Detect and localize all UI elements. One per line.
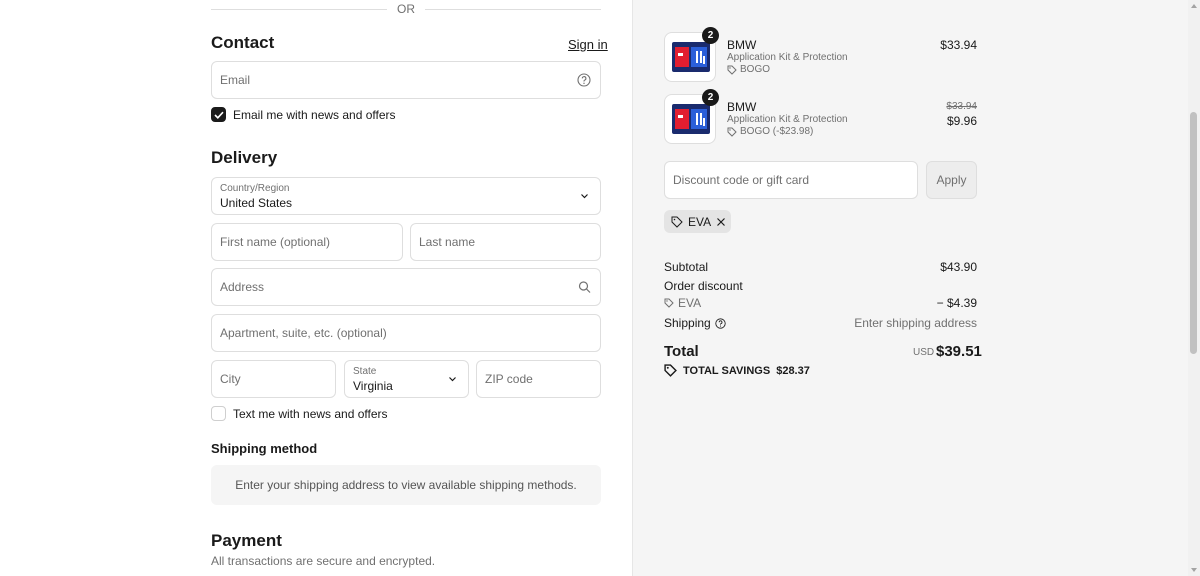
scrollbar-thumb[interactable] [1190,112,1197,354]
help-icon[interactable] [577,73,591,87]
item-price: $9.96 [946,114,977,128]
scroll-up-arrow[interactable] [1191,4,1197,8]
item-name: BMW [727,100,757,114]
text-news-label: Text me with news and offers [233,406,388,421]
email-news-label: Email me with news and offers [233,107,396,122]
discount-code-label: EVA [678,296,702,310]
state-label: State [353,366,377,377]
applied-discount-chip: EVA [664,210,731,233]
first-name-field[interactable]: First name (optional) [211,223,403,261]
email-news-checkbox[interactable] [211,107,226,122]
total-savings: TOTAL SAVINGS $28.37 [664,364,810,377]
apartment-field[interactable]: Apartment, suite, etc. (optional) [211,314,601,352]
shipping-row: Shipping Enter shipping address [664,316,977,330]
or-divider: OR [211,2,601,16]
email-field[interactable]: Email [211,61,601,99]
help-icon[interactable] [715,317,726,329]
item-original-price: $33.94 [946,101,977,112]
close-icon[interactable] [716,217,726,227]
address-placeholder: Address [220,280,265,294]
last-name-field[interactable]: Last name [410,223,601,261]
text-news-option[interactable]: Text me with news and offers [211,406,388,421]
shipping-label: Shipping [664,316,711,330]
total-currency: USD [913,347,935,358]
first-name-placeholder: First name (optional) [220,235,331,249]
product-thumbnail: 2 [664,27,719,82]
product-image [672,104,710,134]
city-field[interactable]: City [211,360,336,398]
savings-label: TOTAL SAVINGS [683,364,771,377]
discount-placeholder: Discount code or gift card [673,173,810,187]
tag-icon [664,298,674,308]
shipping-methods-notice: Enter your shipping address to view avai… [211,465,601,505]
tag-icon [664,364,677,377]
product-thumbnail: 2 [664,89,719,144]
scroll-down-arrow[interactable] [1191,568,1197,572]
item-discount-label: BOGO (-$23.98) [740,126,814,137]
item-discount-label: BOGO [740,64,771,75]
text-news-checkbox[interactable] [211,406,226,421]
address-field[interactable]: Address [211,268,601,306]
subtotal-value: $43.90 [940,260,977,274]
cart-item: 2 BMW Application Kit & Protection BOGO … [664,27,977,84]
item-discount-tag: BOGO [727,64,770,75]
order-discount-label: Order discount [664,279,743,293]
shipping-value: Enter shipping address [854,316,977,330]
country-value: United States [220,196,293,210]
email-placeholder: Email [220,73,251,87]
item-description: Application Kit & Protection [727,52,848,63]
checkmark-icon [213,111,224,119]
item-price: $33.94 [940,38,977,52]
quantity-badge: 2 [702,27,719,44]
apply-button[interactable]: Apply [926,161,977,199]
city-placeholder: City [220,372,241,386]
apartment-placeholder: Apartment, suite, etc. (optional) [220,326,387,340]
delivery-heading: Delivery [211,148,278,167]
country-select[interactable]: Country/Region United States [211,177,601,215]
total-value: $39.51 [936,343,982,360]
subtotal-row: Subtotal $43.90 [664,260,977,274]
divider-line-right [425,9,601,10]
chevron-down-icon [449,377,456,382]
shipping-method-heading: Shipping method [211,441,318,456]
page-scrollbar[interactable] [1188,0,1200,576]
payment-subtitle: All transactions are secure and encrypte… [211,554,436,568]
cart-item: 2 BMW Application Kit & Protection BOGO … [664,89,977,146]
tag-icon [727,127,737,137]
applied-discount-code: EVA [688,214,712,229]
zip-field[interactable]: ZIP code [476,360,601,398]
discount-code-row: EVA − $4.39 [664,296,977,310]
tag-icon [727,65,737,75]
quantity-badge: 2 [702,89,719,106]
product-image [672,42,710,72]
email-news-option[interactable]: Email me with news and offers [211,107,396,122]
discount-code-field[interactable]: Discount code or gift card [664,161,918,199]
state-value: Virginia [353,379,393,393]
item-name: BMW [727,38,757,52]
country-label: Country/Region [220,183,290,194]
sign-in-link[interactable]: Sign in [568,37,608,52]
subtotal-label: Subtotal [664,260,709,274]
checkout-form: OR Contact Sign in Email Email me with n… [0,0,632,576]
discount-value: − $4.39 [936,296,977,310]
savings-value: $28.37 [776,364,810,377]
item-description: Application Kit & Protection [727,114,848,125]
tag-icon [671,216,683,228]
state-select[interactable]: State Virginia [344,360,469,398]
item-discount-tag: BOGO (-$23.98) [727,126,813,137]
order-discount-row: Order discount [664,279,977,293]
search-icon [578,281,591,293]
chevron-down-icon [581,194,588,199]
total-label: Total [664,343,699,360]
last-name-placeholder: Last name [419,235,476,249]
zip-placeholder: ZIP code [485,372,533,386]
contact-heading: Contact [211,33,275,52]
payment-heading: Payment [211,531,282,550]
